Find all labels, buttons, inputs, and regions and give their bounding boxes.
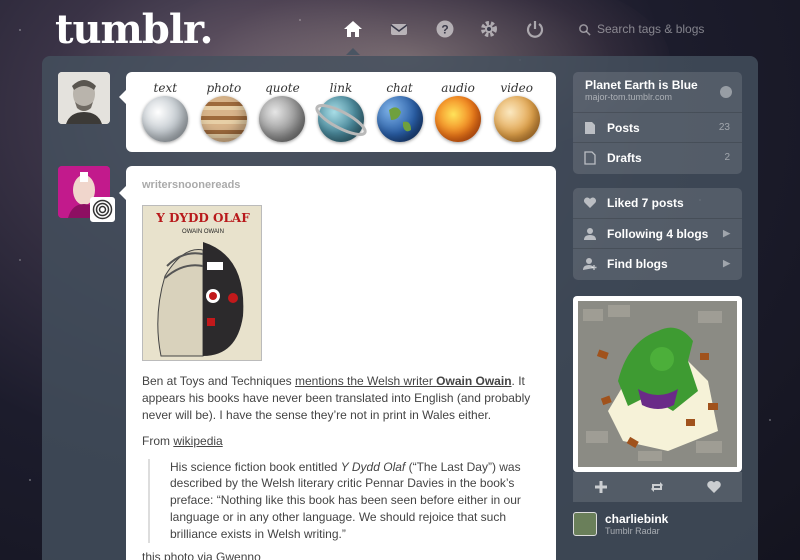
post-source-line: From wikipedia [142, 433, 540, 450]
post-type-label: text [153, 81, 178, 95]
post-quote: His science fiction book entitled Y Dydd… [148, 458, 540, 543]
sidebar-item-posts[interactable]: Posts 23 [573, 112, 742, 142]
post-paragraph: Ben at Toys and Techniques mentions the … [142, 373, 540, 423]
blog-header[interactable]: Planet Earth is Blue major-tom.tumblr.co… [573, 72, 742, 112]
dashboard-post: writersnoonereads Y DYDD OLAF OWAIN OWAI… [119, 166, 556, 560]
heart-icon [583, 197, 597, 208]
post-type-text[interactable]: text [136, 81, 194, 142]
heart-icon[interactable] [706, 479, 722, 495]
plus-icon[interactable] [593, 479, 609, 495]
post-type-label: quote [265, 81, 300, 95]
post-via-line: this photo via Gwenno [142, 549, 540, 560]
activity-menu: Liked 7 posts Following 4 blogs ▶ Find b… [573, 188, 742, 280]
svg-text:?: ? [441, 23, 448, 37]
chevron-right-icon: ▶ [723, 228, 730, 238]
blog-title: Planet Earth is Blue [585, 78, 698, 92]
photo-author: OWAIN OWAIN [182, 229, 224, 235]
search-icon [579, 23, 591, 36]
inbox-icon[interactable] [382, 14, 416, 44]
reblog-icon[interactable] [649, 479, 665, 495]
settings-icon[interactable] [472, 14, 506, 44]
radar-source-label: Tumblr Radar [605, 526, 660, 536]
post-type-video[interactable]: video [488, 81, 546, 142]
blog-menu: Planet Earth is Blue major-tom.tumblr.co… [573, 72, 742, 174]
quote-text: His science fiction book entitled [170, 459, 341, 474]
add-person-icon [583, 257, 597, 270]
sidebar-item-label: Drafts [607, 150, 642, 165]
sun-icon [435, 96, 482, 142]
via-label: this photo via [142, 549, 217, 560]
post-type-chat[interactable]: chat [371, 81, 429, 142]
radar-author-avatar[interactable] [573, 512, 597, 536]
sidebar-item-liked[interactable]: Liked 7 posts [573, 188, 742, 218]
post-type-photo[interactable]: photo [195, 81, 253, 142]
post-type-label: photo [206, 81, 242, 95]
mentions-link-text: mentions the Welsh writer [295, 374, 437, 389]
blog-url[interactable]: major-tom.tumblr.com [585, 92, 730, 102]
person-icon [584, 227, 596, 240]
search-input[interactable] [597, 22, 767, 36]
saturn-icon [315, 96, 367, 142]
radar-actions [573, 472, 742, 502]
home-icon[interactable] [336, 14, 370, 55]
drafts-count: 2 [724, 152, 730, 163]
sidebar-item-drafts[interactable]: Drafts 2 [573, 142, 742, 172]
posts-count: 23 [718, 122, 730, 133]
post-type-quote[interactable]: quote [253, 81, 311, 142]
sidebar-item-find-blogs[interactable]: Find blogs ▶ [573, 248, 742, 278]
radar-author-name[interactable]: charliebink [605, 512, 668, 526]
post-type-audio[interactable]: audio [429, 81, 487, 142]
radar-post [573, 296, 742, 472]
quote-book-title: Y Dydd Olaf [340, 459, 406, 474]
post-type-link[interactable]: link [312, 81, 370, 142]
search-bar[interactable] [578, 18, 778, 40]
post-photo[interactable]: Y DYDD OLAF OWAIN OWAIN [142, 205, 262, 362]
tumblr-logo[interactable]: tumblr. [55, 6, 213, 53]
drafts-icon [584, 150, 596, 165]
post-text: Ben at Toys and Techniques [142, 374, 295, 389]
post-type-label: chat [386, 81, 413, 95]
radar-image[interactable] [578, 301, 737, 467]
gwenno-link[interactable]: Gwenno [216, 550, 261, 560]
photo-title: Y DYDD OLAF [155, 211, 250, 225]
help-icon[interactable]: ? [428, 14, 462, 44]
jupiter-icon [200, 96, 247, 142]
power-icon[interactable] [518, 14, 552, 44]
mentions-link[interactable]: mentions the Welsh writer Owain Owain [295, 374, 512, 388]
sidebar-item-label: Find blogs [607, 256, 668, 271]
venus-icon [493, 96, 540, 142]
reblog-source-avatar[interactable] [90, 197, 115, 222]
user-avatar[interactable] [58, 72, 110, 124]
post-type-label: video [500, 81, 533, 95]
text-planet-icon [142, 96, 189, 142]
post-type-label: link [329, 81, 353, 95]
chevron-right-icon: ▶ [723, 258, 730, 268]
sidebar-item-following[interactable]: Following 4 blogs ▶ [573, 218, 742, 248]
sidebar-item-label: Following 4 blogs [607, 226, 709, 241]
sidebar-item-label: Liked 7 posts [607, 196, 684, 210]
from-label: From [142, 433, 174, 448]
moon-icon [259, 96, 306, 142]
wikipedia-link[interactable]: wikipedia [173, 434, 222, 448]
sidebar-item-label: Posts [607, 120, 640, 135]
mentions-link-name: Owain Owain [436, 374, 512, 389]
post-type-label: audio [441, 81, 475, 95]
earth-icon [376, 96, 423, 142]
posts-icon [585, 121, 595, 134]
radar-author[interactable]: charliebink Tumblr Radar [573, 512, 668, 536]
blog-settings-icon[interactable] [720, 86, 732, 98]
post-author[interactable]: writersnoonereads [142, 178, 540, 193]
post-type-selector: text photo quote link chat audio video [119, 72, 556, 152]
